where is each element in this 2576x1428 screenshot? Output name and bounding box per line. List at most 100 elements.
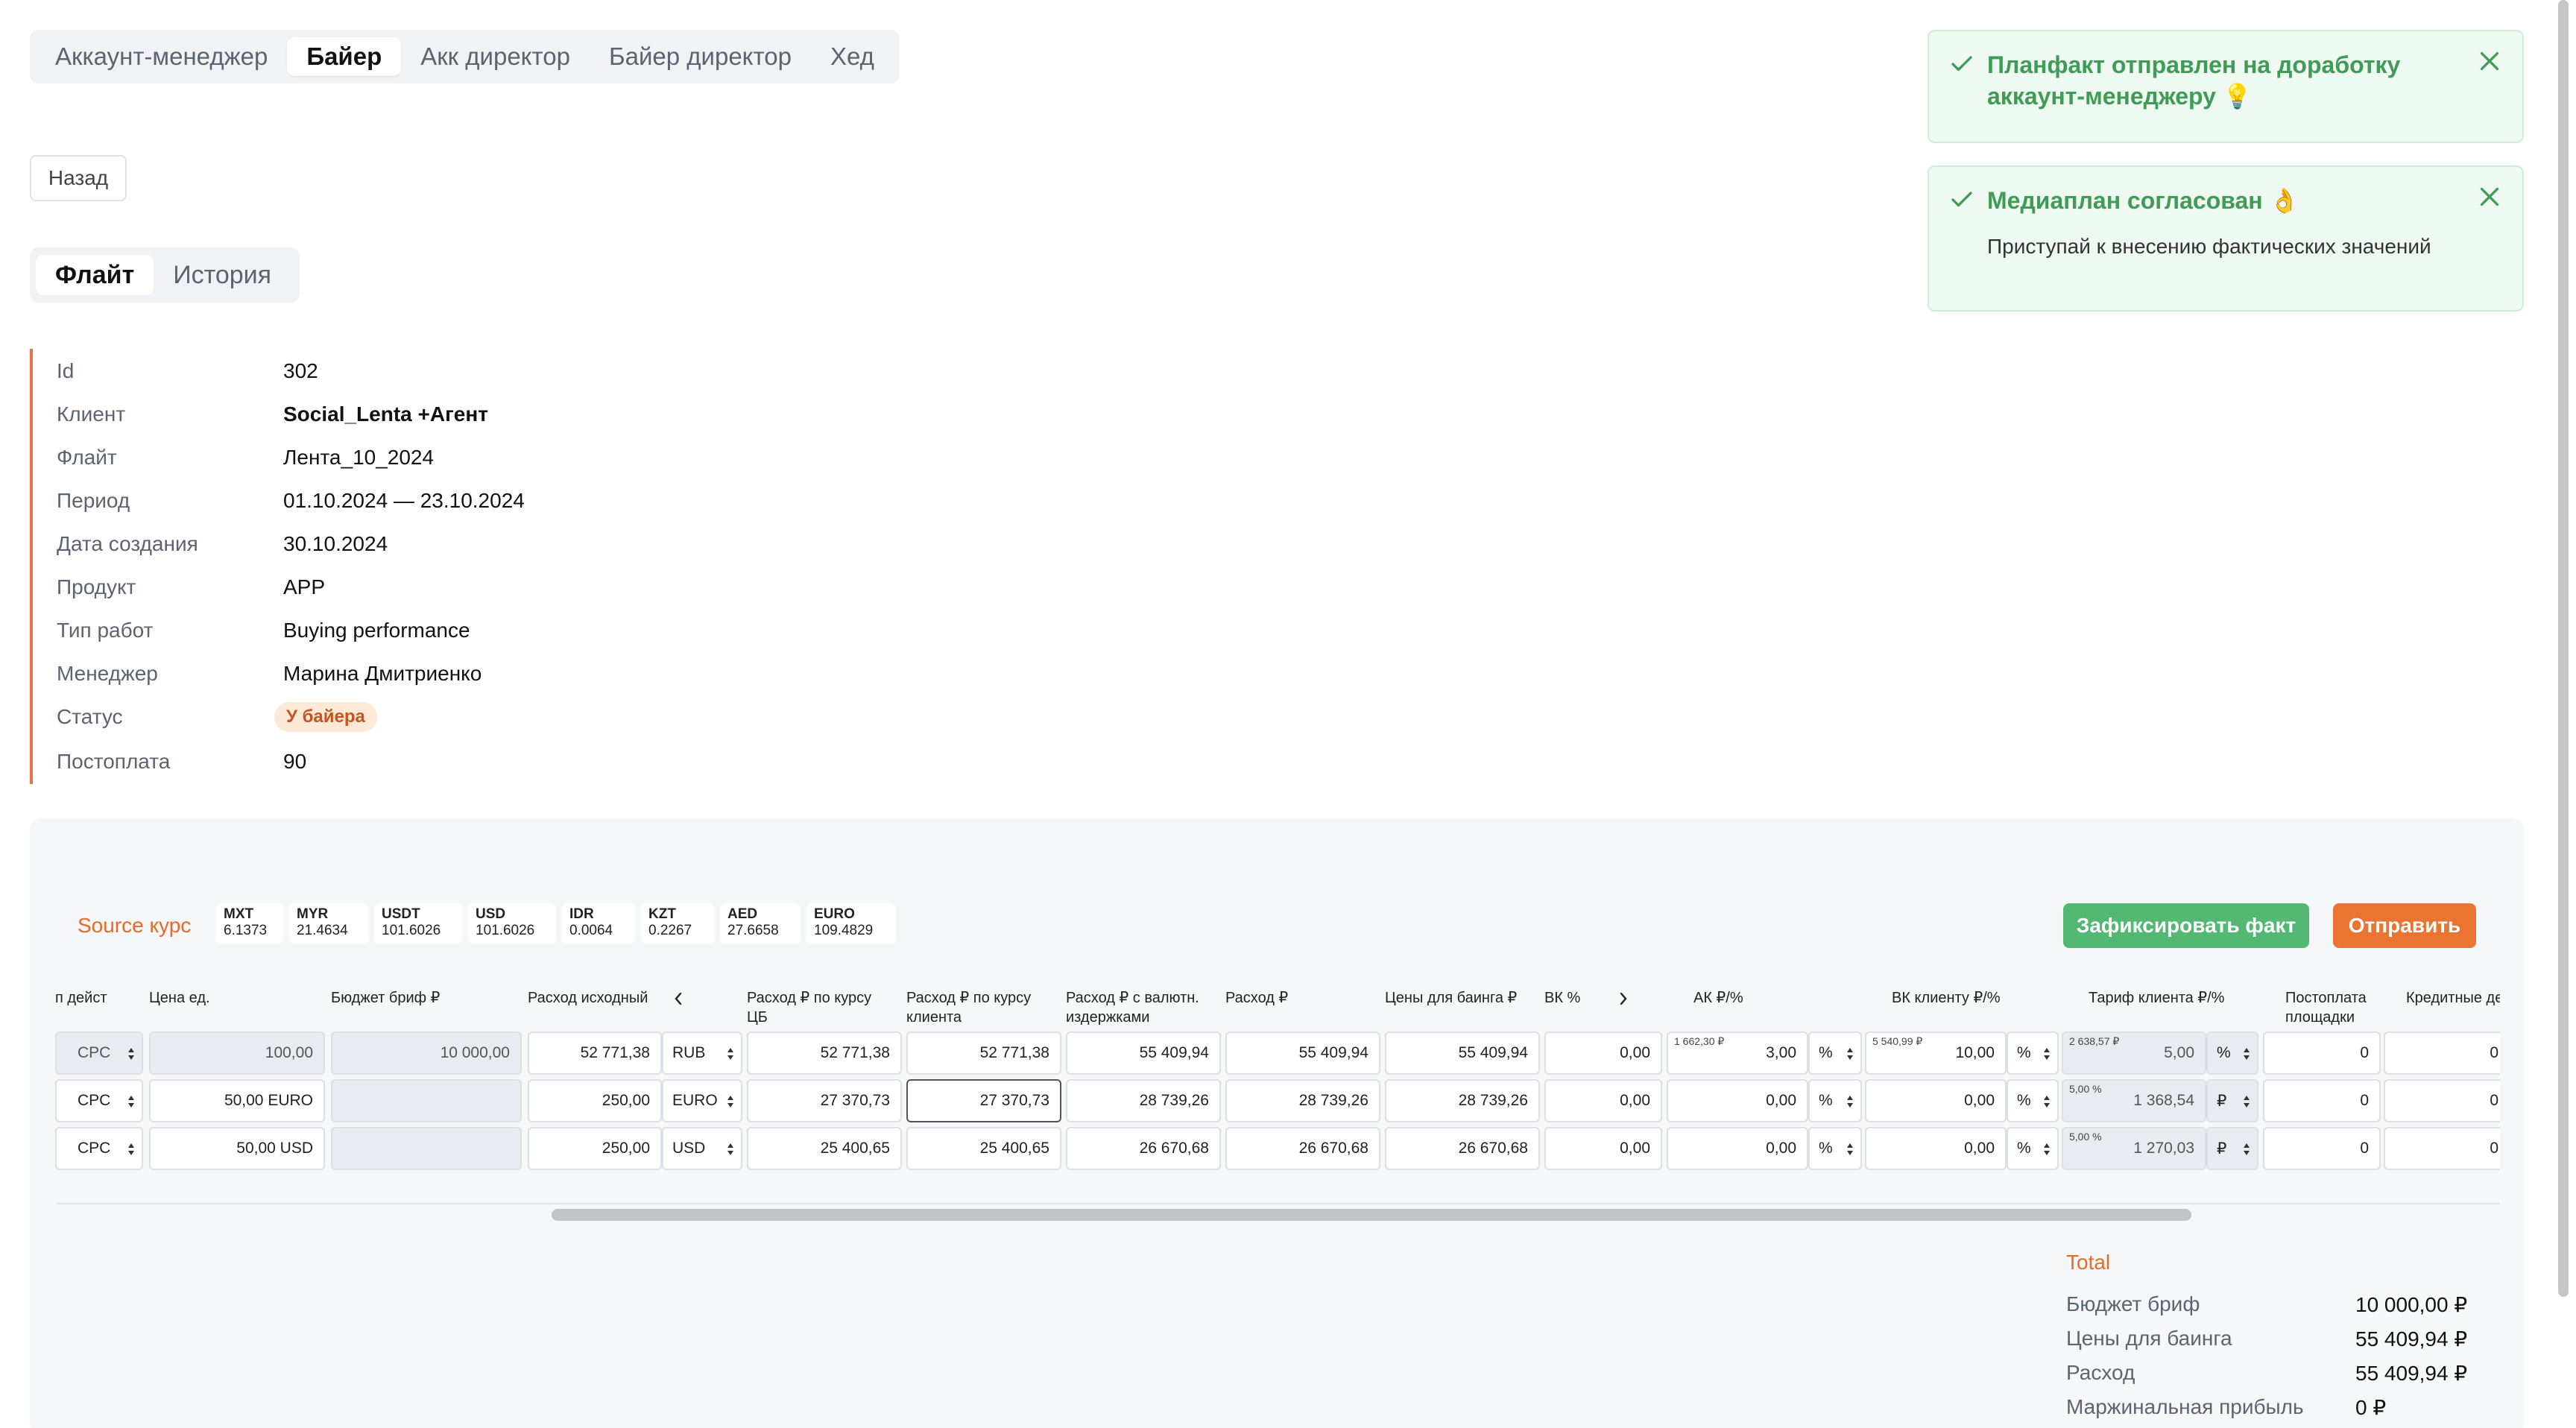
ak-field[interactable]: 0,00: [1667, 1127, 1808, 1170]
tab-account-director[interactable]: Акк директор: [401, 37, 590, 76]
ak-unit-select[interactable]: %: [1808, 1127, 1862, 1170]
total-brief-value: 10 000,00 ₽: [2355, 1293, 2468, 1316]
worktype-value: Buying performance: [283, 619, 470, 642]
vk-client-unit-select[interactable]: %: [2007, 1079, 2059, 1122]
tab-head[interactable]: Хед: [811, 37, 894, 76]
spend-cb-field[interactable]: 52 771,38: [747, 1031, 902, 1075]
currency-value: USD: [672, 1140, 706, 1157]
ak-value: 0,00: [1766, 1140, 1796, 1157]
action-value: CPC: [78, 1092, 111, 1109]
action-select[interactable]: CPC: [55, 1031, 143, 1075]
unit-price-field[interactable]: 50,00 EURO: [149, 1079, 325, 1122]
spend-cb-field[interactable]: 27 370,73: [747, 1079, 902, 1122]
tariff-unit-select[interactable]: ₽: [2206, 1079, 2258, 1122]
spend-field[interactable]: 28 739,26: [1225, 1079, 1380, 1122]
vk-pct-field[interactable]: 0,00: [1544, 1127, 1662, 1170]
site-postpay-field[interactable]: 0: [2263, 1031, 2381, 1075]
vk-client-field[interactable]: 5 540,99 ₽ 10,00: [1865, 1031, 2007, 1075]
vk-pct-field[interactable]: 0,00: [1544, 1079, 1662, 1122]
ak-field[interactable]: 0,00: [1667, 1079, 1808, 1122]
status-label: Статус: [57, 705, 123, 728]
created-label: Дата создания: [57, 532, 198, 555]
rate-value: 101.6026: [382, 923, 441, 938]
close-icon[interactable]: [2476, 183, 2503, 210]
brief-budget-field[interactable]: 10 000,00: [331, 1031, 522, 1075]
ak-unit-select[interactable]: %: [1808, 1079, 1862, 1122]
action-select[interactable]: CPC: [55, 1079, 143, 1122]
vk-client-field[interactable]: 0,00: [1865, 1127, 2007, 1170]
ak-unit-select[interactable]: %: [1808, 1031, 1862, 1075]
chevron-left-icon[interactable]: [671, 990, 686, 1008]
vk-client-unit-select[interactable]: %: [2007, 1031, 2059, 1075]
tab-history[interactable]: История: [154, 255, 291, 295]
source-spend-field[interactable]: 250,00: [528, 1127, 662, 1170]
spend-field[interactable]: 26 670,68: [1225, 1127, 1380, 1170]
chevron-right-icon[interactable]: [1616, 990, 1631, 1008]
scrollbar-thumb[interactable]: [552, 1209, 2191, 1221]
spend-fx-field[interactable]: 26 670,68: [1066, 1127, 1221, 1170]
tariff-unit-select[interactable]: %: [2206, 1031, 2258, 1075]
brief-budget-field[interactable]: [331, 1079, 522, 1122]
close-icon[interactable]: [2476, 48, 2503, 75]
spend-fx-field[interactable]: 28 739,26: [1066, 1079, 1221, 1122]
action-select[interactable]: CPC: [55, 1127, 143, 1170]
tariff-value: 1 270,03: [2133, 1140, 2194, 1157]
vk-client-unit-select[interactable]: %: [2007, 1127, 2059, 1170]
spend-fx-field[interactable]: 55 409,94: [1066, 1031, 1221, 1075]
tab-account-manager[interactable]: Аккаунт-менеджер: [36, 37, 287, 76]
currency-select[interactable]: RUB: [662, 1031, 742, 1075]
spend-field[interactable]: 55 409,94: [1225, 1031, 1380, 1075]
source-rate-label: Source курс: [78, 914, 192, 937]
client-tariff-field[interactable]: 5,00 % 1 270,03: [2062, 1127, 2206, 1170]
currency-select[interactable]: USD: [662, 1127, 742, 1170]
vk-client-field[interactable]: 0,00: [1865, 1079, 2007, 1122]
client-tariff-field[interactable]: 2 638,57 ₽ 5,00: [2062, 1031, 2206, 1075]
credit-days-field[interactable]: 0: [2384, 1079, 2500, 1122]
tariff-unit-select[interactable]: ₽: [2206, 1127, 2258, 1170]
buying-price-field[interactable]: 26 670,68: [1385, 1127, 1540, 1170]
credit-days-field[interactable]: 0: [2384, 1031, 2500, 1075]
client-label: Клиент: [57, 402, 126, 426]
spend-client-field[interactable]: 52 771,38: [906, 1031, 1061, 1075]
col-spend-cb: Расход ₽ по курсу ЦБ: [747, 988, 896, 1027]
flight-info: Id 302 Клиент Social_Lenta +Агент Флайт …: [30, 349, 626, 784]
site-postpay-field[interactable]: 0: [2263, 1127, 2381, 1170]
flight-label: Флайт: [57, 446, 117, 469]
source-spend-field[interactable]: 52 771,38: [528, 1031, 662, 1075]
rate-chip: USDT 101.6026: [374, 903, 462, 944]
back-button[interactable]: Назад: [30, 155, 127, 201]
tariff-hint: 5,00 %: [2069, 1083, 2102, 1095]
toast-returned: Планфакт отправлен на доработку аккаунт-…: [1928, 30, 2524, 143]
col-credit-days: Кредитные день: [2406, 990, 2500, 1006]
send-button[interactable]: Отправить: [2333, 903, 2476, 948]
spend-client-field[interactable]: 27 370,73: [906, 1079, 1061, 1122]
unit-price-field[interactable]: 100,00: [149, 1031, 325, 1075]
vk-pct-field[interactable]: 0,00: [1544, 1031, 1662, 1075]
client-tariff-field[interactable]: 5,00 % 1 368,54: [2062, 1079, 2206, 1122]
brief-budget-field[interactable]: [331, 1127, 522, 1170]
buying-price-field[interactable]: 55 409,94: [1385, 1031, 1540, 1075]
fix-fact-button[interactable]: Зафиксировать факт: [2063, 903, 2309, 948]
rate-chip: AED 27.6658: [720, 903, 801, 944]
tab-buyer[interactable]: Байер: [287, 37, 402, 76]
source-spend-field[interactable]: 250,00: [528, 1079, 662, 1122]
spend-cb-field[interactable]: 25 400,65: [747, 1127, 902, 1170]
spend-client-field[interactable]: 25 400,65: [906, 1127, 1061, 1170]
tariff-unit: %: [2217, 1044, 2231, 1061]
horizontal-scrollbar[interactable]: [552, 1209, 2191, 1221]
total-buying-value: 55 409,94 ₽: [2355, 1327, 2468, 1350]
total-title: Total: [2066, 1251, 2111, 1274]
rate-chip: MXT 6.1373: [216, 903, 283, 944]
site-postpay-field[interactable]: 0: [2263, 1079, 2381, 1122]
tab-buyer-director[interactable]: Байер директор: [590, 37, 811, 76]
page-scrollbar[interactable]: [2558, 0, 2569, 1297]
credit-days-field[interactable]: 0: [2384, 1127, 2500, 1170]
tab-flight[interactable]: Флайт: [36, 255, 154, 295]
vk-client-value: 10,00: [1955, 1044, 1995, 1061]
buying-price-field[interactable]: 28 739,26: [1385, 1079, 1540, 1122]
postpay-value: 90: [283, 750, 307, 773]
currency-select[interactable]: EURO: [662, 1079, 742, 1122]
rate-value: 0.2267: [648, 923, 692, 938]
unit-price-field[interactable]: 50,00 USD: [149, 1127, 325, 1170]
ak-field[interactable]: 1 662,30 ₽ 3,00: [1667, 1031, 1808, 1075]
